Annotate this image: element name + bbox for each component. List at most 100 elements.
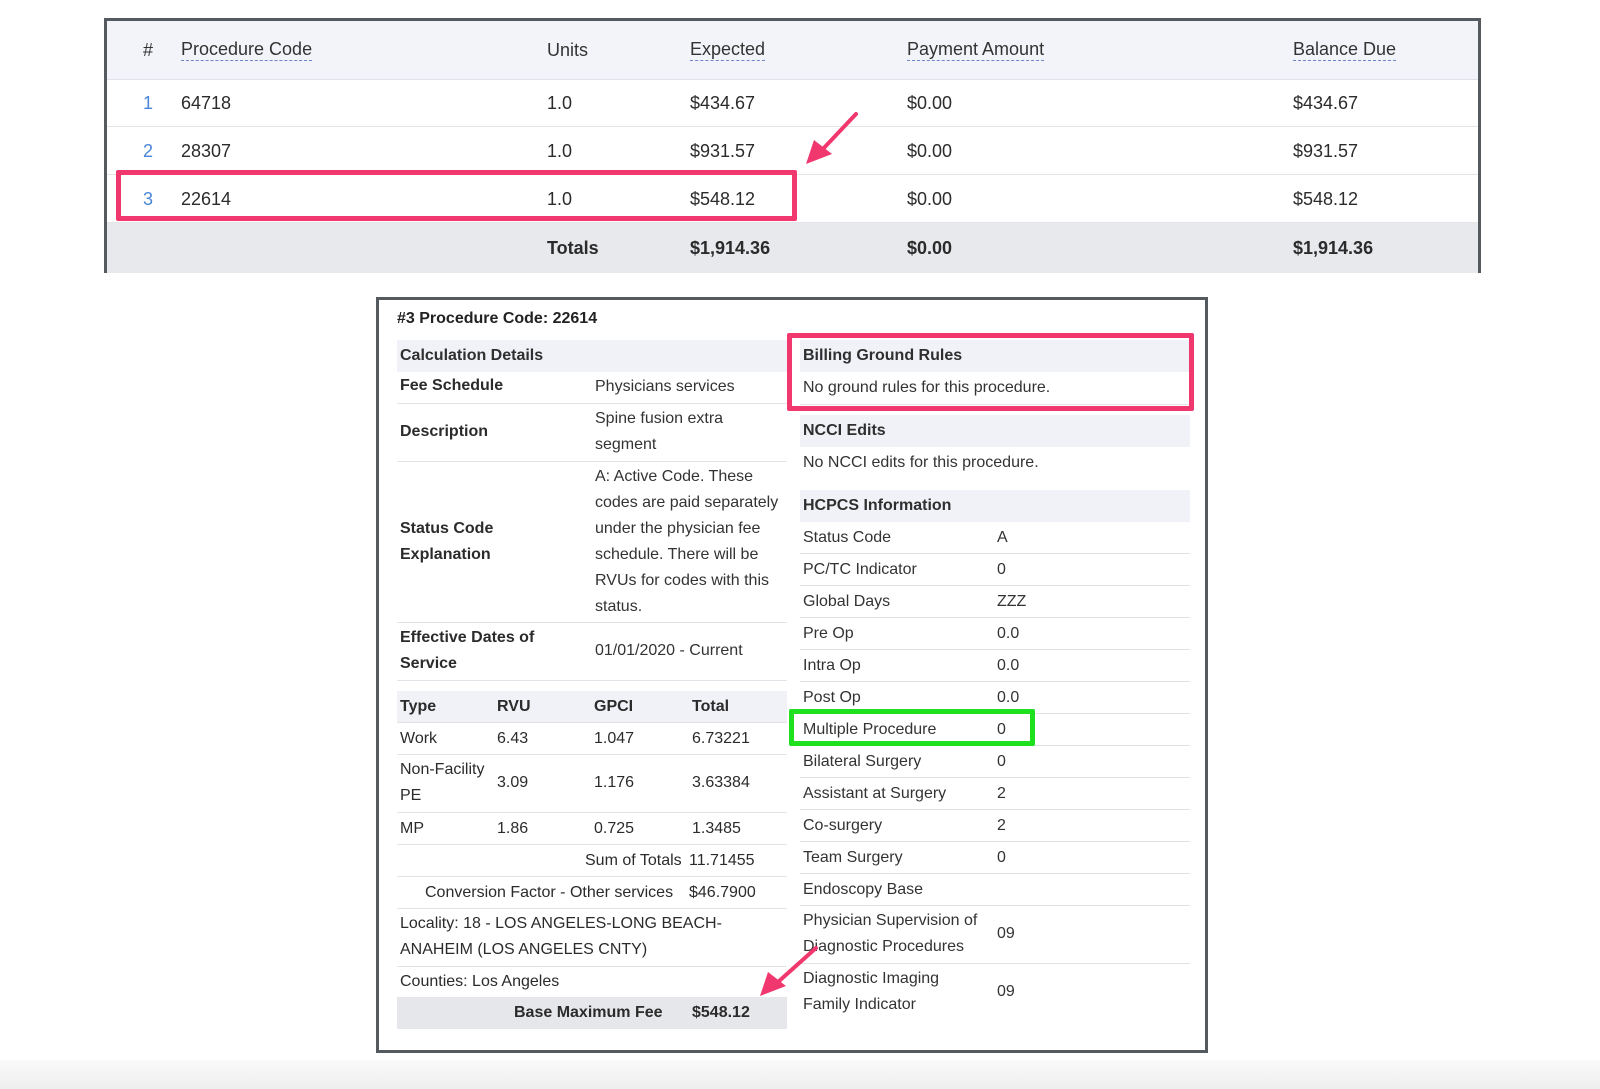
hcpcs-value: 2 (997, 817, 1006, 834)
ncci-edits-header: NCCI Edits (800, 415, 1190, 447)
status-code-explanation-label: Status Code Explanation (400, 520, 494, 563)
balance-cell: $931.57 (1293, 140, 1359, 161)
row-highlight-box (116, 170, 797, 221)
locality-text: Locality: 18 - LOS ANGELES-LONG BEACH-AN… (400, 915, 722, 958)
hcpcs-row: Pre Op 0.0 (800, 618, 1190, 650)
conversion-factor-label: Conversion Factor - Other services (425, 884, 674, 901)
hcpcs-value: ZZZ (997, 593, 1027, 610)
rvu-col-gpci: GPCI (594, 698, 634, 715)
hcpcs-row: Bilateral Surgery 0 (800, 746, 1190, 778)
sum-of-totals-label: Sum of Totals (585, 852, 682, 869)
hcpcs-value: 0 (997, 561, 1006, 578)
hcpcs-value: 0 (997, 849, 1006, 866)
physician-supervision-row: Physician Supervision of Diagnostic Proc… (800, 906, 1190, 964)
physician-supervision-value: 09 (997, 925, 1015, 942)
counties-text: Counties: Los Angeles (400, 973, 560, 990)
row-number-link[interactable]: 2 (127, 128, 169, 174)
hcpcs-key: Post Op (803, 689, 861, 706)
hcpcs-key: Endoscopy Base (803, 881, 924, 898)
hcpcs-header: HCPCS Information (800, 490, 1190, 522)
totals-balance: $1,914.36 (1293, 237, 1374, 258)
procedure-code-cell: 28307 (181, 140, 232, 161)
expected-cell: $931.57 (690, 140, 756, 161)
imaging-family-key: Diagnostic Imaging Family Indicator (803, 970, 940, 1013)
totals-expected: $1,914.36 (690, 237, 771, 258)
rvu-value: 1.86 (497, 820, 529, 837)
imaging-family-value: 09 (997, 983, 1015, 1000)
table-row: 2 28307 1.0 $931.57 $0.00 $931.57 (107, 128, 1478, 175)
rvu-col-type: Type (400, 698, 437, 715)
effective-dates-row: Effective Dates of Service 01/01/2020 - … (397, 623, 787, 681)
hcpcs-key: Team Surgery (803, 849, 903, 866)
gpci-value: 1.047 (594, 730, 635, 747)
payment-cell: $0.00 (907, 140, 953, 161)
totals-label: Totals (547, 237, 599, 258)
hcpcs-key: PC/TC Indicator (803, 561, 917, 578)
conversion-factor-row: Conversion Factor - Other services $46.7… (397, 877, 787, 909)
table-row: 1 64718 1.0 $434.67 $0.00 $434.67 (107, 80, 1478, 127)
hcpcs-value: A (997, 529, 1008, 546)
annotation-arrow-icon (760, 946, 818, 996)
hcpcs-key: Intra Op (803, 657, 861, 674)
col-header-payment-label: Payment Amount (907, 39, 1045, 61)
counties-row: Counties: Los Angeles (397, 967, 787, 997)
gpci-value: 1.176 (594, 774, 635, 791)
sum-of-totals-value: 11.71455 (689, 852, 755, 869)
totals-row: Totals $1,914.36 $0.00 $1,914.36 (107, 223, 1478, 273)
base-max-fee-value: $548.12 (692, 1004, 750, 1021)
rvu-table-header: Type RVU GPCI Total (397, 691, 787, 723)
balance-cell: $548.12 (1293, 188, 1359, 209)
rvu-value: 6.43 (497, 730, 529, 747)
payment-cell: $0.00 (907, 92, 953, 113)
sum-of-totals-row: Sum of Totals 11.71455 (397, 845, 787, 877)
rvu-type: MP (400, 820, 424, 837)
units-cell: 1.0 (547, 92, 573, 113)
hcpcs-key: Global Days (803, 593, 891, 610)
col-header-procedure-code-label: Procedure Code (181, 39, 313, 61)
procedure-table: # Procedure Code Units Expected Payment … (104, 18, 1481, 273)
col-header-expected[interactable]: Expected (690, 21, 766, 79)
detail-title: #3 Procedure Code: 22614 (397, 310, 598, 327)
total-value: 6.73221 (692, 730, 750, 747)
col-header-balance[interactable]: Balance Due (1293, 21, 1397, 79)
hcpcs-value: 2 (997, 785, 1006, 802)
hcpcs-row: Co-surgery 2 (800, 810, 1190, 842)
hcpcs-row: Team Surgery 0 (800, 842, 1190, 874)
col-header-payment[interactable]: Payment Amount (907, 21, 1045, 79)
balance-cell: $434.67 (1293, 92, 1359, 113)
locality-row: Locality: 18 - LOS ANGELES-LONG BEACH-AN… (397, 909, 787, 967)
fee-schedule-label: Fee Schedule (400, 377, 504, 394)
rvu-row: Work 6.43 1.047 6.73221 (397, 723, 787, 755)
gpci-value: 0.725 (594, 820, 635, 837)
rvu-col-rvu: RVU (497, 698, 531, 715)
col-header-num: # (142, 39, 153, 60)
total-value: 3.63384 (692, 774, 750, 791)
physician-supervision-key: Physician Supervision of Diagnostic Proc… (803, 912, 978, 955)
hcpcs-value: 0.0 (997, 625, 1020, 642)
hcpcs-row: Endoscopy Base (800, 874, 1190, 906)
hcpcs-value: 0.0 (997, 657, 1020, 674)
hcpcs-value: 0 (997, 753, 1006, 770)
multiple-procedure-highlight-box (789, 709, 1035, 746)
hcpcs-row: Global Days ZZZ (800, 586, 1190, 618)
rvu-type: Work (400, 730, 438, 747)
hcpcs-key: Pre Op (803, 625, 854, 642)
units-cell: 1.0 (547, 140, 573, 161)
description-label: Description (400, 423, 489, 440)
row-number-link[interactable]: 1 (127, 80, 169, 126)
rvu-row: Non-Facility PE 3.09 1.176 3.63384 (397, 755, 787, 813)
fee-schedule-row: Fee Schedule Physicians services (397, 372, 787, 404)
status-code-explanation-row: Status Code Explanation A: Active Code. … (397, 462, 787, 623)
page-bottom-edge (0, 1060, 1600, 1089)
col-header-balance-label: Balance Due (1293, 39, 1397, 61)
totals-payment: $0.00 (907, 237, 953, 258)
procedure-code-cell: 64718 (181, 92, 232, 113)
fee-schedule-value: Physicians services (595, 378, 735, 395)
rvu-type: Non-Facility PE (400, 761, 485, 804)
table-header-row: # Procedure Code Units Expected Payment … (107, 21, 1478, 80)
description-value: Spine fusion extra segment (595, 410, 724, 453)
col-header-procedure-code[interactable]: Procedure Code (181, 21, 313, 79)
hcpcs-key: Assistant at Surgery (803, 785, 947, 802)
base-max-fee-row: Base Maximum Fee $548.12 (397, 997, 787, 1029)
hcpcs-row: Intra Op 0.0 (800, 650, 1190, 682)
